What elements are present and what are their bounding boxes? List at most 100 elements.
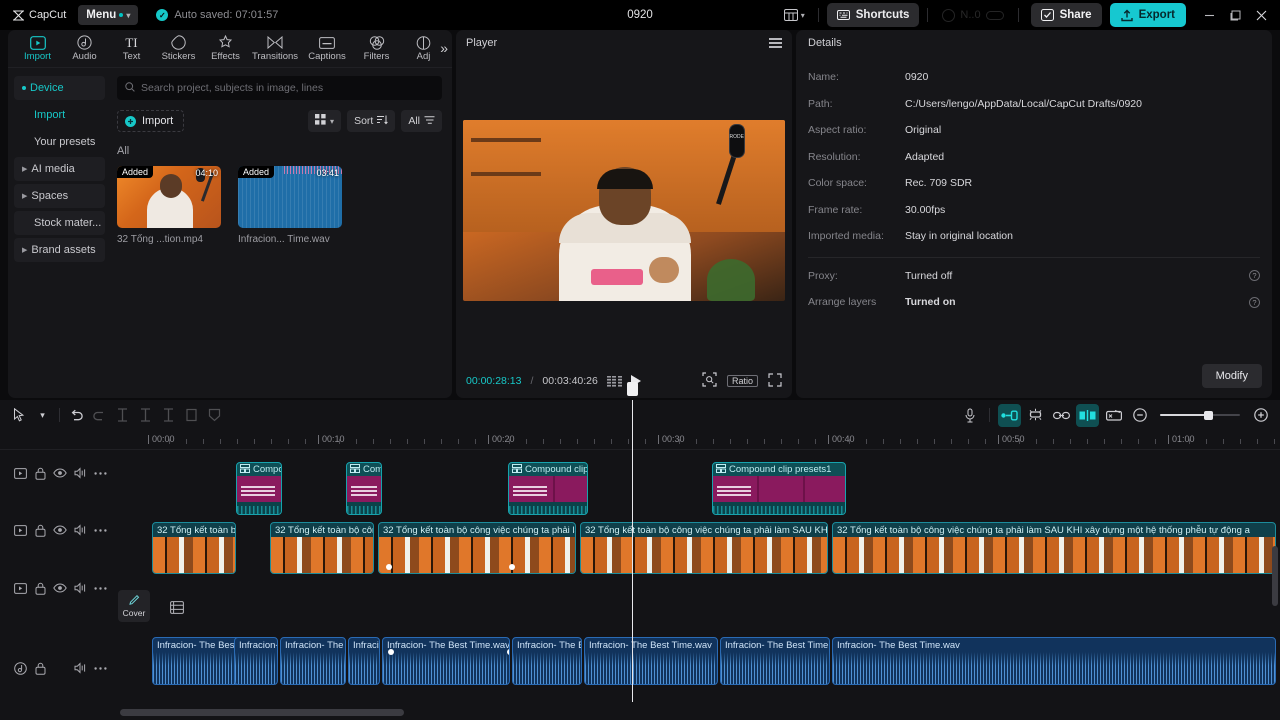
close-button[interactable] <box>1248 2 1274 28</box>
compound-clip[interactable]: Compound clip presets1 <box>508 462 588 515</box>
eye-icon[interactable] <box>50 520 70 540</box>
lock-icon[interactable] <box>30 520 50 540</box>
audio-clip[interactable]: Infracion- The Best Time.wav <box>584 637 718 685</box>
shortcuts-button[interactable]: Shortcuts <box>826 3 920 27</box>
cover-button[interactable]: Cover <box>118 590 150 622</box>
compound-clip[interactable]: Compound clip presets1 <box>346 462 382 515</box>
more-icon[interactable] <box>90 658 110 678</box>
media-item[interactable]: Added 03:41 Infracion... Time.wav <box>238 166 342 245</box>
tab-captions[interactable]: Captions <box>301 30 353 68</box>
audio-clip[interactable]: Infracion- The Best Time.wav <box>382 637 510 685</box>
share-button[interactable]: Share <box>1030 3 1102 27</box>
video-track-icon[interactable] <box>10 463 30 483</box>
eye-icon[interactable] <box>50 578 70 598</box>
sidebar-item-your-presets[interactable]: Your presets <box>14 130 105 154</box>
compound-clip[interactable]: Compound clip presets1 <box>236 462 282 515</box>
sidebar-item-brand-assets[interactable]: ▶ Brand assets <box>14 238 105 262</box>
video-clip[interactable]: 32 Tổng kết toàn bộ công việc chúng ta p… <box>152 522 236 574</box>
keyframe-marker[interactable] <box>509 564 515 570</box>
select-tool-icon[interactable] <box>8 404 31 427</box>
sidebar-item-stock-materials[interactable]: Stock mater... <box>14 211 105 235</box>
trim-right-icon[interactable] <box>157 404 180 427</box>
tab-stickers[interactable]: Stickers <box>155 30 202 68</box>
speaker-icon[interactable] <box>70 520 90 540</box>
sidebar-item-ai-media[interactable]: ▶ AI media <box>14 157 105 181</box>
zoom-in-icon[interactable] <box>1249 404 1272 427</box>
split-icon[interactable] <box>111 404 134 427</box>
delete-icon[interactable] <box>180 404 203 427</box>
video-clip[interactable]: 32 Tổng kết toàn bộ công việc chúng ta p… <box>832 522 1276 574</box>
scrollbar-thumb[interactable] <box>120 709 404 716</box>
audio-track-icon[interactable] <box>10 658 30 678</box>
crop-icon[interactable] <box>702 372 717 390</box>
video-preview[interactable]: RODE <box>463 119 785 301</box>
audio-clip[interactable]: Infracion- The Best Time.wav <box>280 637 346 685</box>
chevron-down-icon[interactable]: ▾ <box>31 404 54 427</box>
compound-clip[interactable]: Compound clip presets1 <box>712 462 846 515</box>
import-button[interactable]: Import <box>117 110 185 132</box>
media-thumbnail-video[interactable]: Added 04:10 <box>117 166 221 228</box>
redo-icon[interactable] <box>88 404 111 427</box>
microphone-icon[interactable] <box>958 404 981 427</box>
menu-button[interactable]: Menu ▾ <box>78 5 139 25</box>
tab-filters[interactable]: Filters <box>353 30 400 68</box>
mirror-icon[interactable] <box>203 404 226 427</box>
speaker-icon[interactable] <box>70 578 90 598</box>
vertical-scrollbar[interactable] <box>1272 546 1278 606</box>
zoom-out-icon[interactable] <box>1128 404 1151 427</box>
keyframe-marker[interactable] <box>386 564 392 570</box>
horizontal-scrollbar[interactable] <box>0 709 1280 716</box>
snap-start-icon[interactable] <box>998 403 1021 427</box>
link-icon[interactable] <box>1050 404 1073 427</box>
lock-icon[interactable] <box>30 463 50 483</box>
lock-icon[interactable] <box>30 658 50 678</box>
tab-text[interactable]: TI Text <box>108 30 155 68</box>
keyframe-marker[interactable] <box>388 649 394 655</box>
magnet-icon[interactable] <box>1024 404 1047 427</box>
more-icon[interactable] <box>90 520 110 540</box>
timeline-zoom-slider[interactable] <box>1160 408 1240 422</box>
media-item[interactable]: Added 04:10 32 Tổng ...tion.mp4 <box>117 166 221 245</box>
frame-icon[interactable] <box>168 598 186 616</box>
sort-button[interactable]: Sort <box>347 110 396 132</box>
grid-view-button[interactable]: ▾ <box>308 110 342 132</box>
help-icon[interactable]: ? <box>1249 296 1260 308</box>
filter-button[interactable]: All <box>401 110 442 132</box>
player-menu-icon[interactable] <box>769 38 782 48</box>
maximize-button[interactable] <box>1222 2 1248 28</box>
tab-audio[interactable]: Audio <box>61 30 108 68</box>
audio-clip[interactable]: Infracion- The Best Time.wav <box>348 637 380 685</box>
video-track-icon[interactable] <box>10 578 30 598</box>
slider-knob[interactable] <box>1204 410 1213 420</box>
video-track-icon[interactable] <box>10 520 30 540</box>
sidebar-item-import[interactable]: Import <box>14 103 105 127</box>
tab-effects[interactable]: Effects <box>202 30 249 68</box>
lock-icon[interactable] <box>30 578 50 598</box>
video-clip[interactable]: 32 Tổng kết toàn bộ công việc chúng ta p… <box>580 522 828 574</box>
modify-button[interactable]: Modify <box>1201 364 1262 388</box>
layout-icon[interactable]: ▾ <box>779 4 810 26</box>
more-icon[interactable] <box>90 463 110 483</box>
video-clip[interactable]: 32 Tổng kết toàn bộ công việc chúng ta p… <box>378 522 576 574</box>
search-input[interactable] <box>141 82 434 94</box>
timeline-ruler[interactable]: 00:00 00:10 00:20 00:30 00:40 00:50 01:00 <box>0 430 1280 450</box>
audio-clip[interactable]: Infracion- The Best Time.wav <box>832 637 1276 685</box>
split-view-icon[interactable] <box>1076 403 1099 427</box>
tab-import[interactable]: Import <box>14 30 61 68</box>
undo-icon[interactable] <box>65 404 88 427</box>
tab-transitions[interactable]: Transitions <box>249 30 301 68</box>
speaker-icon[interactable] <box>70 658 90 678</box>
video-clip[interactable]: 32 Tổng kết toàn bộ công việc chúng ta p… <box>270 522 374 574</box>
current-timecode[interactable]: 00:00:28:13 <box>466 375 521 387</box>
fullscreen-icon[interactable] <box>768 372 782 390</box>
export-button[interactable]: Export <box>1109 3 1186 27</box>
trim-left-icon[interactable] <box>134 404 157 427</box>
audio-clip[interactable]: Infracion- The Best Time.wav <box>234 637 278 685</box>
media-thumbnail-audio[interactable]: Added 03:41 <box>238 166 342 228</box>
sidebar-item-device[interactable]: Device <box>14 76 105 100</box>
speaker-icon[interactable] <box>70 463 90 483</box>
audio-clip[interactable]: Infracion- The Best Time.wav <box>720 637 830 685</box>
keyframe-icon[interactable] <box>1102 404 1125 427</box>
help-icon[interactable]: ? <box>1249 270 1260 282</box>
minimize-button[interactable] <box>1196 2 1222 28</box>
